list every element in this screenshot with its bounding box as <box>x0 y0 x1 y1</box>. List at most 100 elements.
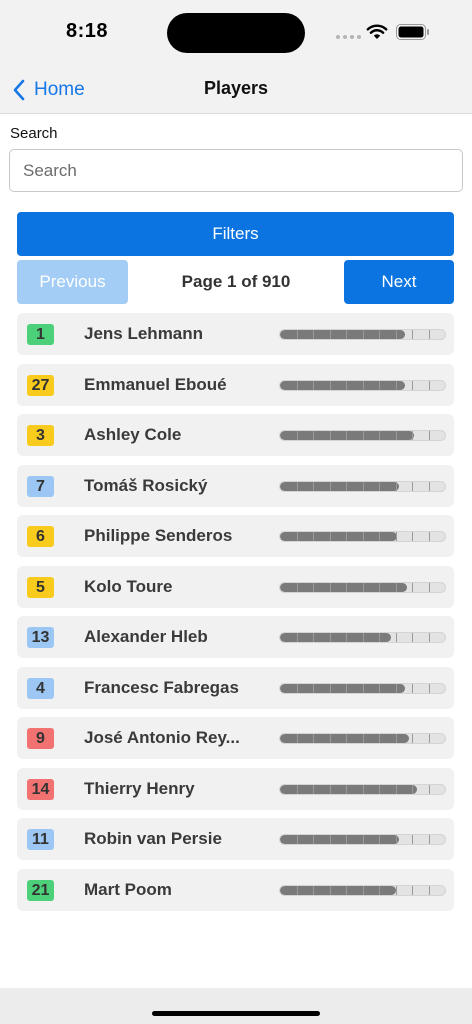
next-page-button[interactable]: Next <box>344 260 454 304</box>
rating-tick <box>363 633 364 642</box>
rating-tick <box>330 734 331 743</box>
rating-tick <box>379 633 380 642</box>
rating-tick <box>396 886 397 895</box>
rating-tick <box>412 583 413 592</box>
filters-button[interactable]: Filters <box>17 212 454 256</box>
rating-tick <box>313 381 314 390</box>
navigation-bar: Home Players <box>0 64 472 114</box>
player-row[interactable]: 1 Jens Lehmann <box>17 313 454 355</box>
player-row[interactable]: 3 Ashley Cole <box>17 414 454 456</box>
rating-tick <box>363 684 364 693</box>
rating-tick <box>346 886 347 895</box>
rating-tick <box>346 482 347 491</box>
rating-tick <box>346 532 347 541</box>
jersey-number-badge: 27 <box>27 375 54 396</box>
player-name: Mart Poom <box>84 880 172 899</box>
rating-tick <box>346 684 347 693</box>
rating-bar <box>279 481 446 492</box>
rating-tick <box>429 684 430 693</box>
player-row[interactable]: 6 Philippe Senderos <box>17 515 454 557</box>
rating-bar <box>279 733 446 744</box>
player-row[interactable]: 27 Emmanuel Eboué <box>17 364 454 406</box>
player-name: Philippe Senderos <box>84 526 233 545</box>
wifi-icon <box>366 24 388 39</box>
rating-tick <box>429 734 430 743</box>
rating-tick <box>396 785 397 794</box>
rating-fill <box>280 734 409 743</box>
rating-tick <box>313 633 314 642</box>
rating-tick <box>297 583 298 592</box>
rating-tick <box>396 532 397 541</box>
rating-tick <box>363 835 364 844</box>
rating-tick <box>313 886 314 895</box>
player-name: Robin van Persie <box>84 829 222 848</box>
player-name: Thierry Henry <box>84 779 195 798</box>
rating-tick <box>396 734 397 743</box>
rating-tick <box>412 482 413 491</box>
dynamic-island <box>167 13 305 53</box>
rating-tick <box>379 583 380 592</box>
jersey-number-badge: 5 <box>27 577 54 598</box>
rating-tick <box>313 431 314 440</box>
player-row[interactable]: 21 Mart Poom <box>17 869 454 911</box>
rating-tick <box>297 431 298 440</box>
rating-tick <box>297 381 298 390</box>
player-row[interactable]: 14 Thierry Henry <box>17 768 454 810</box>
rating-tick <box>297 330 298 339</box>
page-indicator: Page 1 of 910 <box>181 272 291 291</box>
search-label: Search <box>10 125 58 142</box>
rating-bar <box>279 531 446 542</box>
rating-bar <box>279 885 446 896</box>
rating-tick <box>313 330 314 339</box>
rating-tick <box>379 684 380 693</box>
rating-tick <box>429 381 430 390</box>
player-row[interactable]: 9 José Antonio Rey... <box>17 717 454 759</box>
home-indicator[interactable] <box>152 1011 320 1016</box>
rating-tick <box>429 886 430 895</box>
jersey-number-badge: 11 <box>27 829 54 850</box>
player-row[interactable]: 5 Kolo Toure <box>17 566 454 608</box>
rating-tick <box>330 886 331 895</box>
search-input[interactable] <box>9 149 463 192</box>
rating-tick <box>363 532 364 541</box>
rating-bar <box>279 380 446 391</box>
rating-tick <box>297 482 298 491</box>
rating-tick <box>313 482 314 491</box>
rating-tick <box>429 431 430 440</box>
player-name: Alexander Hleb <box>84 627 208 646</box>
rating-tick <box>412 734 413 743</box>
rating-tick <box>330 785 331 794</box>
rating-tick <box>313 684 314 693</box>
rating-tick <box>346 785 347 794</box>
rating-bar <box>279 834 446 845</box>
player-name: José Antonio Rey... <box>84 728 240 747</box>
jersey-number-badge: 3 <box>27 425 54 446</box>
rating-tick <box>330 330 331 339</box>
rating-tick <box>346 734 347 743</box>
rating-tick <box>412 684 413 693</box>
rating-tick <box>396 482 397 491</box>
jersey-number-badge: 14 <box>27 779 54 800</box>
rating-tick <box>412 785 413 794</box>
rating-tick <box>412 381 413 390</box>
rating-tick <box>396 633 397 642</box>
rating-tick <box>412 835 413 844</box>
rating-tick <box>412 886 413 895</box>
previous-page-button[interactable]: Previous <box>17 260 128 304</box>
rating-tick <box>379 886 380 895</box>
rating-tick <box>379 734 380 743</box>
player-row[interactable]: 4 Francesc Fabregas <box>17 667 454 709</box>
rating-tick <box>313 734 314 743</box>
player-name: Ashley Cole <box>84 425 182 444</box>
rating-tick <box>363 734 364 743</box>
player-row[interactable]: 7 Tomáš Rosický <box>17 465 454 507</box>
player-row[interactable]: 13 Alexander Hleb <box>17 616 454 658</box>
player-row[interactable]: 11 Robin van Persie <box>17 818 454 860</box>
rating-tick <box>297 835 298 844</box>
player-name: Francesc Fabregas <box>84 678 239 697</box>
rating-tick <box>379 785 380 794</box>
rating-tick <box>379 431 380 440</box>
rating-tick <box>429 835 430 844</box>
rating-tick <box>330 381 331 390</box>
rating-tick <box>346 835 347 844</box>
